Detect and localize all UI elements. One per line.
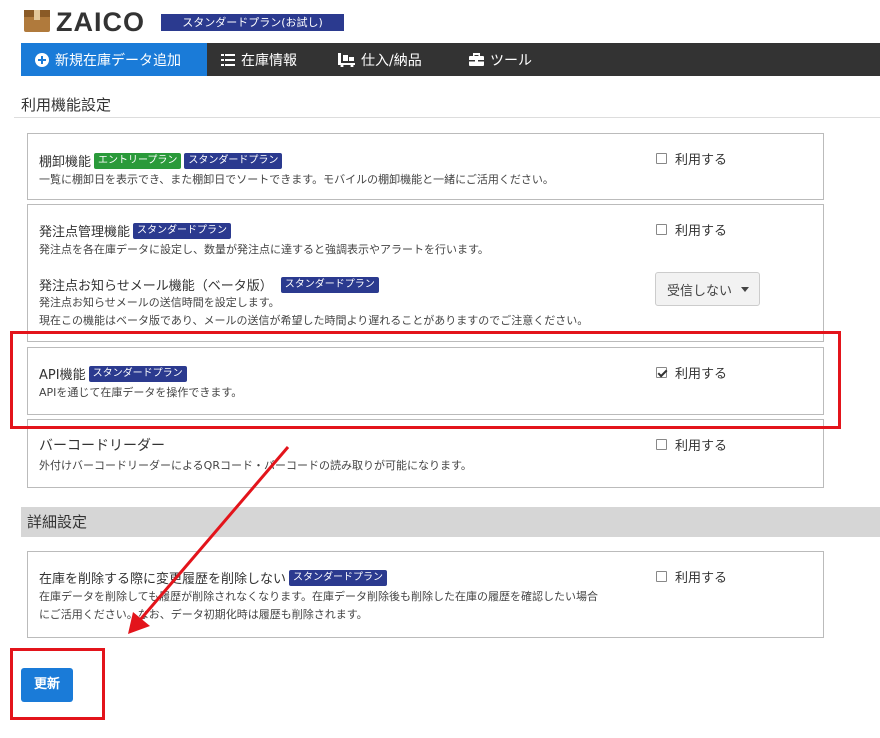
annotation-arrow [128, 446, 290, 634]
